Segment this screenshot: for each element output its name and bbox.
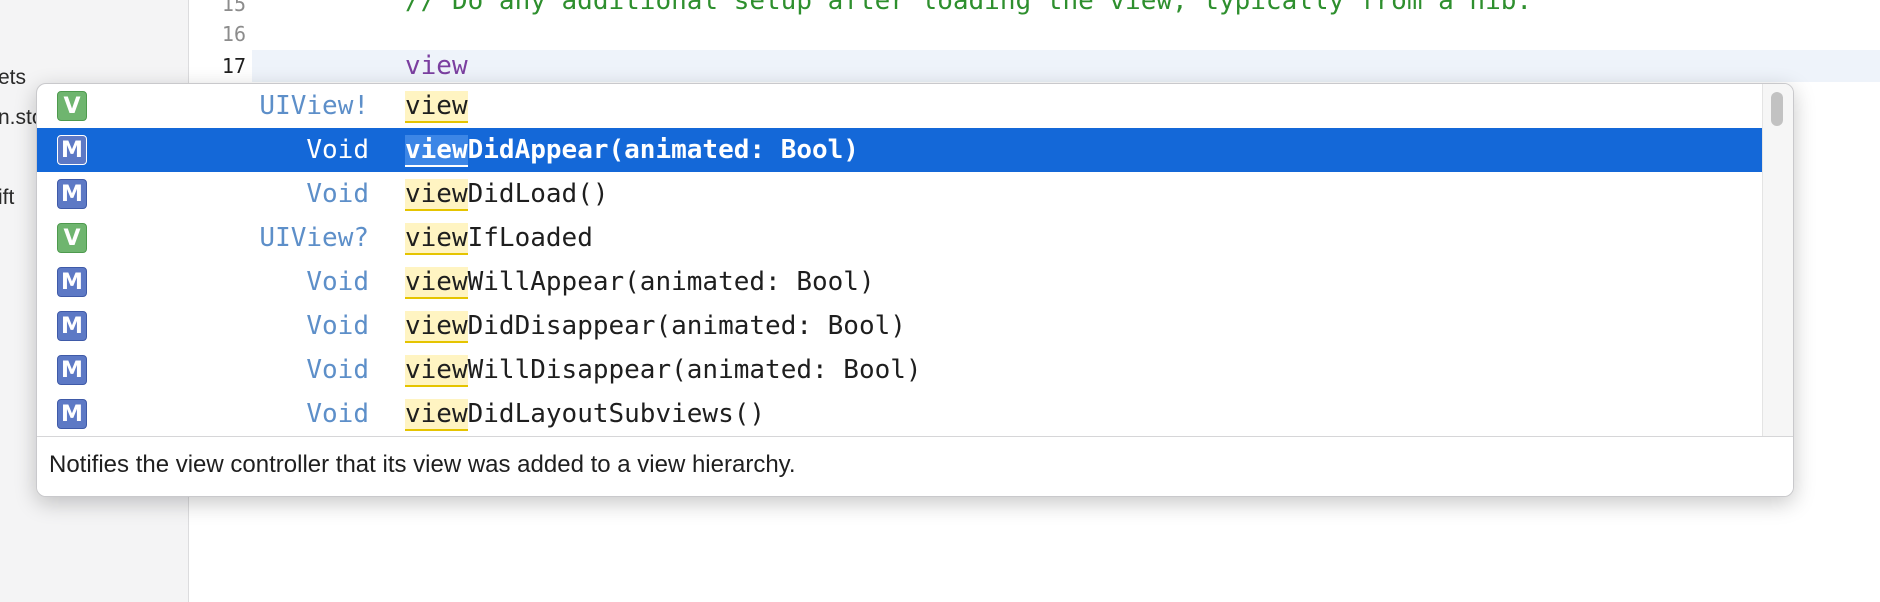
completion-item[interactable]: V UIView! view <box>37 84 1763 128</box>
completion-item-selected[interactable]: M Void viewDidAppear(animated: Bool) <box>37 128 1763 172</box>
line-number-current: 17 <box>221 54 246 78</box>
completion-symbol-name: viewDidLayoutSubviews() <box>405 399 766 431</box>
completion-return-type: Void <box>306 399 369 429</box>
completion-item[interactable]: M Void viewDidLayoutSubviews() <box>37 392 1763 436</box>
symbol-suffix: WillDisappear(animated: Bool) <box>467 355 922 385</box>
completion-symbol-name: viewWillAppear(animated: Bool) <box>405 267 875 299</box>
matched-prefix: view <box>405 223 468 255</box>
completion-item[interactable]: M Void viewWillDisappear(animated: Bool) <box>37 348 1763 392</box>
completion-return-type: Void <box>306 179 369 209</box>
completion-item[interactable]: M Void viewWillAppear(animated: Bool) <box>37 260 1763 304</box>
completion-symbol-name: viewDidDisappear(animated: Bool) <box>405 311 906 343</box>
matched-prefix: view <box>405 179 468 211</box>
completion-description-panel: Notifies the view controller that its vi… <box>37 436 1793 496</box>
line-number: 16 <box>221 22 246 46</box>
completion-return-type: Void <box>306 267 369 297</box>
matched-prefix: view <box>405 91 468 123</box>
completion-item[interactable]: M Void viewDidDisappear(animated: Bool) <box>37 304 1763 348</box>
navigator-item-assets[interactable]: ets <box>0 66 26 90</box>
method-kind-icon: M <box>57 399 87 429</box>
completion-description: Notifies the view controller that its vi… <box>49 451 796 478</box>
symbol-suffix: IfLoaded <box>467 223 593 253</box>
method-kind-icon: M <box>57 267 87 297</box>
completion-return-type: Void <box>306 311 369 341</box>
current-line-highlight <box>252 50 1880 82</box>
matched-prefix: view <box>405 135 468 167</box>
matched-prefix: view <box>405 399 468 431</box>
completion-list: V UIView! view M Void viewDidAppear(animated:… <box>37 84 1763 436</box>
matched-prefix: view <box>405 355 468 387</box>
method-kind-icon: M <box>57 355 87 385</box>
variable-kind-icon: V <box>57 223 87 253</box>
method-kind-icon: M <box>57 179 87 209</box>
method-kind-icon: M <box>57 311 87 341</box>
symbol-suffix: DidLayoutSubviews() <box>467 399 766 429</box>
completion-return-type: UIView? <box>259 223 369 253</box>
matched-prefix: view <box>405 267 468 299</box>
code-comment-line: // Do any additional setup after loading… <box>405 0 1533 16</box>
completion-symbol-name: viewWillDisappear(animated: Bool) <box>405 355 922 387</box>
completion-return-type: Void <box>306 355 369 385</box>
completion-scrollbar[interactable] <box>1762 84 1793 436</box>
symbol-suffix: WillAppear(animated: Bool) <box>467 267 875 297</box>
symbol-suffix: DidAppear(animated: Bool) <box>467 135 859 165</box>
symbol-suffix: DidLoad() <box>467 179 609 209</box>
completion-item[interactable]: V UIView? viewIfLoaded <box>37 216 1763 260</box>
completion-symbol-name: viewDidAppear(animated: Bool) <box>405 135 859 167</box>
method-kind-icon: M <box>57 135 87 165</box>
completion-symbol-name: view <box>405 91 468 123</box>
navigator-item-swift-file[interactable]: ift <box>0 186 14 210</box>
line-number: 15 <box>221 0 246 16</box>
completion-symbol-name: viewIfLoaded <box>405 223 593 255</box>
symbol-suffix: DidDisappear(animated: Bool) <box>467 311 906 341</box>
variable-kind-icon: V <box>57 91 87 121</box>
code-completion-popup: V UIView! view M Void viewDidAppear(animated:… <box>36 83 1794 497</box>
matched-prefix: view <box>405 311 468 343</box>
completion-item[interactable]: M Void viewDidLoad() <box>37 172 1763 216</box>
completion-symbol-name: viewDidLoad() <box>405 179 609 211</box>
code-current-line[interactable]: view <box>405 51 468 81</box>
scrollbar-thumb[interactable] <box>1771 92 1783 126</box>
completion-return-type: UIView! <box>259 91 369 121</box>
completion-return-type: Void <box>306 135 369 165</box>
